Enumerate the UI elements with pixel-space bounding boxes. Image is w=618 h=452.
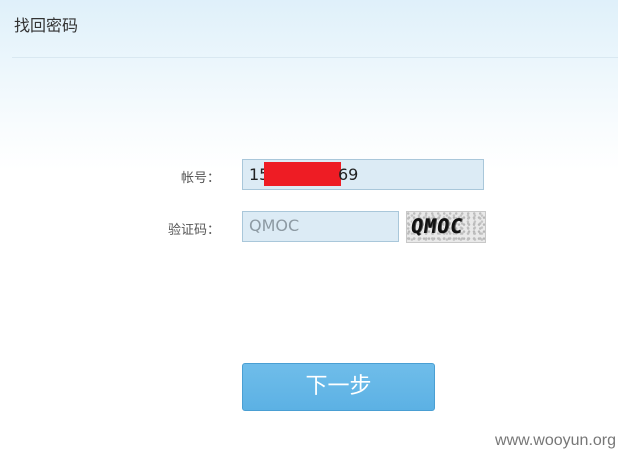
header-divider [12, 57, 618, 58]
redaction-bar [264, 162, 341, 186]
captcha-label: 验证码： [167, 223, 220, 238]
watermark: www.wooyun.org [495, 432, 616, 449]
captcha-input[interactable]: QMOC [242, 211, 399, 242]
account-label: 帐号： [180, 171, 220, 186]
account-value-suffix: 69 [338, 165, 359, 184]
captcha-image[interactable]: QMOC [406, 211, 486, 243]
captcha-image-text: QMOC [409, 214, 465, 238]
page-title: 找回密码 [14, 16, 79, 35]
next-step-button[interactable]: 下一步 [242, 363, 435, 411]
account-input[interactable]: 15 69 [242, 159, 484, 190]
